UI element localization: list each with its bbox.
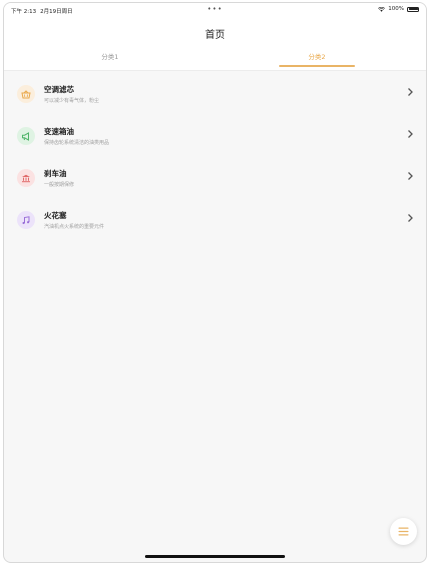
battery-icon [407, 6, 419, 12]
menu-fab-button[interactable] [390, 518, 417, 545]
chevron-right-icon [408, 88, 413, 96]
menu-icon [398, 527, 409, 536]
multitask-dots[interactable]: ••• [207, 5, 222, 13]
list-item-title: 刹车油 [44, 169, 67, 178]
device-frame: 下午 2:13 2月19日周日 ••• 100% 首页 分类1 分类2 空调滤芯… [3, 2, 427, 563]
status-left: 下午 2:13 2月19日周日 [11, 7, 73, 15]
list-item-subtitle: 汽油机点火系统的重要元件 [44, 224, 105, 230]
status-right: 100% [378, 6, 419, 12]
chevron-right-icon [408, 130, 413, 138]
music-note-icon [17, 211, 35, 229]
list-item-subtitle: 一般按期保修 [44, 182, 75, 188]
list-item-title: 变速箱油 [44, 127, 74, 136]
chevron-right-icon [408, 214, 413, 222]
list-item-title: 火花塞 [44, 211, 67, 220]
bank-icon [17, 169, 35, 187]
chevron-right-icon [408, 172, 413, 180]
list-item-air-filter[interactable]: 空调滤芯 可以减少有毒气体，粉尘 [4, 71, 426, 113]
list-item-subtitle: 可以减少有毒气体，粉尘 [44, 98, 100, 104]
list-item-title: 空调滤芯 [44, 85, 74, 94]
status-date: 2月19日周日 [40, 9, 73, 15]
status-bar: 下午 2:13 2月19日周日 ••• 100% [4, 3, 426, 17]
list-item-transmission-oil[interactable]: 变速箱油 保持齿轮系统清洁的油类用品 [4, 113, 426, 155]
header: 首页 分类1 分类2 [4, 17, 426, 71]
page-title: 首页 [205, 30, 225, 41]
status-time: 下午 2:13 [11, 9, 37, 15]
battery-percent: 100% [388, 6, 404, 12]
list-item-spark-plug[interactable]: 火花塞 汽油机点火系统的重要元件 [4, 197, 426, 239]
megaphone-icon [17, 127, 35, 145]
list-item-subtitle: 保持齿轮系统清洁的油类用品 [44, 140, 110, 146]
tab-category-1[interactable]: 分类1 [70, 51, 150, 61]
tab-category-2[interactable]: 分类2 [277, 51, 357, 61]
item-list: 空调滤芯 可以减少有毒气体，粉尘 变速箱油 保持齿轮系统清洁的油类用品 刹车油 … [4, 71, 426, 239]
list-item-brake-fluid[interactable]: 刹车油 一般按期保修 [4, 155, 426, 197]
basket-icon [17, 85, 35, 103]
wifi-icon [378, 6, 386, 12]
active-tab-indicator [279, 65, 355, 67]
home-indicator[interactable] [145, 555, 285, 558]
